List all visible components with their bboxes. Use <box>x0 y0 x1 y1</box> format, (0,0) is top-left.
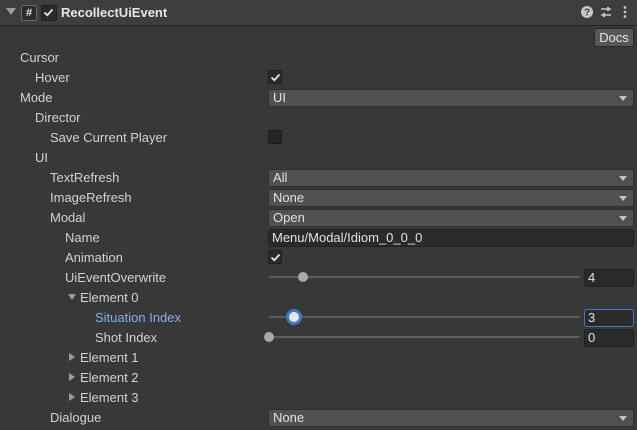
chevron-down-icon <box>619 416 627 421</box>
component-title: RecollectUiEvent <box>61 5 168 20</box>
name-label: Name <box>65 230 100 245</box>
text-refresh-value: All <box>273 170 288 185</box>
mode-dropdown[interactable]: UI <box>268 89 634 107</box>
shot-index-value: 0 <box>588 330 596 345</box>
docs-button[interactable]: Docs <box>594 28 634 47</box>
dialogue-label: Dialogue <box>50 410 102 425</box>
situation-index-slider[interactable] <box>269 316 580 318</box>
image-refresh-dropdown[interactable]: None <box>268 189 634 207</box>
element-3-label[interactable]: Element 3 <box>80 390 139 406</box>
image-refresh-label: ImageRefresh <box>50 190 132 205</box>
shot-index-slider-thumb[interactable] <box>264 332 274 342</box>
chevron-down-icon <box>619 196 627 201</box>
element-2-label[interactable]: Element 2 <box>80 370 139 386</box>
dialogue-value: None <box>273 410 305 425</box>
name-input[interactable]: Menu/Modal/Idiom_0_0_0 <box>268 229 634 247</box>
situation-index-input[interactable]: 3 <box>584 309 634 327</box>
ui-event-overwrite-slider-thumb[interactable] <box>298 272 309 282</box>
name-value: Menu/Modal/Idiom_0_0_0 <box>272 230 423 245</box>
text-refresh-label: TextRefresh <box>50 170 120 185</box>
ui-event-overwrite-slider[interactable] <box>269 276 580 278</box>
collapse-arrow-icon[interactable] <box>6 8 16 15</box>
situation-index-label: Situation Index <box>95 310 182 325</box>
situation-index-value: 3 <box>588 310 596 325</box>
ui-event-overwrite-label: UiEventOverwrite <box>65 270 167 285</box>
script-icon: # <box>21 5 37 21</box>
component-header[interactable]: # RecollectUiEvent ? <box>0 0 637 26</box>
dialogue-dropdown[interactable]: None <box>268 409 634 427</box>
text-refresh-dropdown[interactable]: All <box>268 169 634 187</box>
mode-label: Mode <box>20 90 53 105</box>
expand-arrow-icon[interactable] <box>69 373 75 381</box>
ui-event-overwrite-input[interactable]: 4 <box>584 269 634 287</box>
more-icon[interactable] <box>618 5 632 19</box>
image-refresh-value: None <box>273 190 305 205</box>
presets-icon[interactable] <box>599 5 613 19</box>
element-0-label[interactable]: Element 0 <box>80 290 139 306</box>
modal-value: Open <box>273 210 305 225</box>
ui-label: UI <box>35 150 48 165</box>
animation-label: Animation <box>65 250 123 265</box>
ui-event-overwrite-value: 4 <box>588 270 596 285</box>
expand-arrow-icon[interactable] <box>68 294 76 300</box>
expand-arrow-icon[interactable] <box>69 393 75 401</box>
chevron-down-icon <box>619 96 627 101</box>
hover-checkbox[interactable] <box>268 70 282 84</box>
chevron-down-icon <box>619 216 627 221</box>
modal-dropdown[interactable]: Open <box>268 209 634 227</box>
element-1-label[interactable]: Element 1 <box>80 350 139 366</box>
cursor-label: Cursor <box>20 50 60 65</box>
chevron-down-icon <box>619 176 627 181</box>
animation-checkbox[interactable] <box>268 250 282 264</box>
component-enabled-checkbox[interactable] <box>41 5 57 21</box>
help-icon[interactable]: ? <box>580 5 594 19</box>
director-label: Director <box>35 110 81 125</box>
expand-arrow-icon[interactable] <box>69 353 75 361</box>
hover-label: Hover <box>35 70 70 85</box>
save-current-player-checkbox[interactable] <box>268 130 282 144</box>
svg-text:?: ? <box>584 8 590 19</box>
save-current-player-label: Save Current Player <box>50 130 168 145</box>
shot-index-label: Shot Index <box>95 330 158 345</box>
shot-index-input[interactable]: 0 <box>584 329 634 347</box>
mode-value: UI <box>273 90 286 105</box>
shot-index-slider[interactable] <box>269 336 580 338</box>
situation-index-slider-thumb[interactable] <box>288 312 299 322</box>
modal-label: Modal <box>50 210 86 225</box>
